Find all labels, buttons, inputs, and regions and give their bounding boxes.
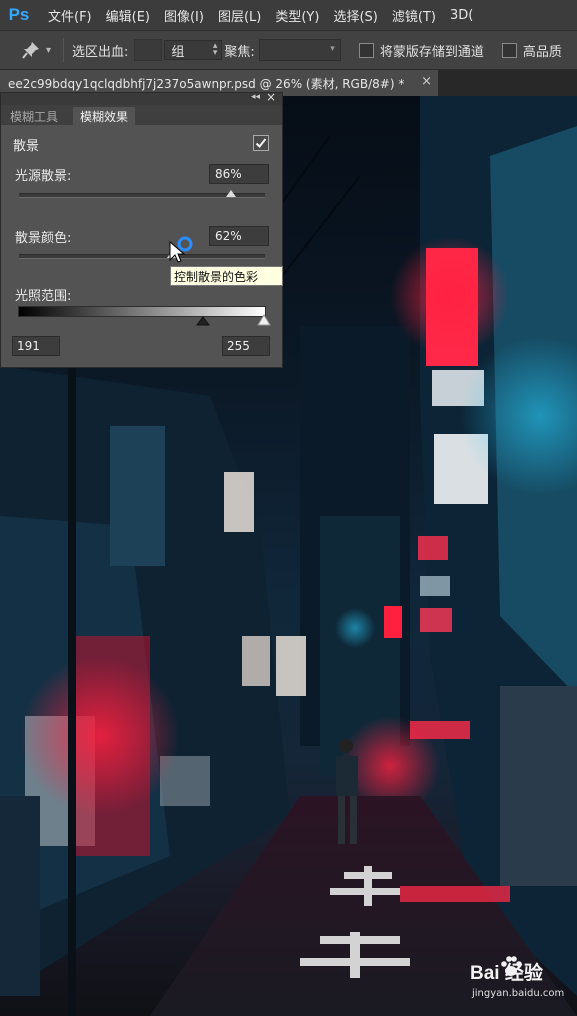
high-quality-label: 高品质 [522, 44, 562, 60]
bokeh-checkbox[interactable] [253, 135, 269, 151]
light-bokeh-value[interactable]: 86% [209, 164, 269, 184]
bokeh-color-value[interactable]: 62% [209, 226, 269, 246]
document-title: ee2c99bdqy1qclqdbhfj7j237o5awnpr.psd @ 2… [8, 76, 405, 91]
light-bokeh-slider[interactable] [19, 190, 265, 198]
watermark-brand: Bai 经验 [470, 963, 543, 984]
collapse-icon[interactable]: ◂◂ [251, 92, 260, 102]
photoshop-logo: Ps [8, 5, 30, 24]
updown-arrow-icon: ▴ ▾ [212, 41, 218, 58]
menu-select[interactable]: 选择(S) [333, 6, 377, 25]
menu-file[interactable]: 文件(F) [48, 6, 92, 25]
light-range-high-thumb[interactable] [257, 314, 271, 326]
mode-select[interactable]: 组 ▴ ▾ [164, 40, 223, 60]
tab-blur-tools[interactable]: 模糊工具 [3, 107, 65, 125]
menu-edit[interactable]: 编辑(E) [106, 6, 150, 25]
light-range-slider[interactable] [18, 306, 266, 317]
close-icon[interactable]: × [266, 90, 276, 104]
menu-type[interactable]: 类型(Y) [275, 6, 319, 25]
focus-dropdown[interactable]: ▾ [258, 39, 341, 61]
baidu-watermark: Bai 经验 jingyan.baidu.com [468, 952, 574, 1008]
panel-tabs: 模糊工具 模糊效果 [1, 105, 282, 125]
light-bokeh-label: 光源散景: [15, 169, 72, 184]
menu-bar: Ps 文件(F) 编辑(E) 图像(I) 图层(L) 类型(Y) 选择(S) 滤… [0, 0, 577, 30]
close-icon[interactable]: × [421, 74, 432, 89]
watermark-site: jingyan.baidu.com [472, 988, 565, 999]
light-range-low-thumb[interactable] [196, 316, 210, 326]
light-range-high-value[interactable]: 255 [222, 336, 270, 356]
tab-blur-effects[interactable]: 模糊效果 [73, 107, 136, 125]
divider [63, 38, 65, 62]
blur-effects-panel: ◂◂ × 模糊工具 模糊效果 散景 光源散景: 86% 散景颜色: 62% 光照… [0, 90, 283, 368]
save-mask-label: 将蒙版存储到通道 [379, 44, 484, 60]
menu-image[interactable]: 图像(I) [164, 6, 204, 25]
selection-bleed-label: 选区出血: [72, 44, 129, 60]
high-quality-checkbox[interactable] [501, 42, 517, 58]
focus-label: 聚焦: [224, 44, 255, 60]
menu-3d[interactable]: 3D( [450, 8, 473, 23]
checkmark-icon [255, 138, 267, 148]
bokeh-color-label: 散景颜色: [15, 231, 72, 246]
cursor-pointer-icon [169, 236, 193, 263]
chevron-down-icon[interactable]: ▾ [46, 45, 51, 56]
options-bar: ▾ 选区出血: 组 ▴ ▾ 聚焦: ▾ 将蒙版存储到通道 高品质 [0, 30, 577, 70]
pin-tool-icon[interactable] [18, 37, 44, 63]
light-range-label: 光照范围: [15, 289, 72, 304]
light-bokeh-slider-thumb[interactable] [225, 190, 236, 197]
bokeh-label: 散景 [13, 139, 40, 154]
selection-bleed-field[interactable] [134, 39, 163, 61]
menu-filter[interactable]: 滤镜(T) [392, 6, 436, 25]
menu-layer[interactable]: 图层(L) [218, 6, 261, 25]
mode-select-value: 组 [171, 44, 185, 60]
chevron-down-icon: ▾ [330, 44, 335, 54]
tooltip: 控制散景的色彩 [170, 266, 283, 286]
light-range-low-value[interactable]: 191 [12, 336, 60, 356]
save-mask-checkbox[interactable] [358, 42, 374, 58]
panel-header: ◂◂ × [1, 90, 282, 105]
bokeh-color-slider[interactable] [19, 251, 265, 259]
